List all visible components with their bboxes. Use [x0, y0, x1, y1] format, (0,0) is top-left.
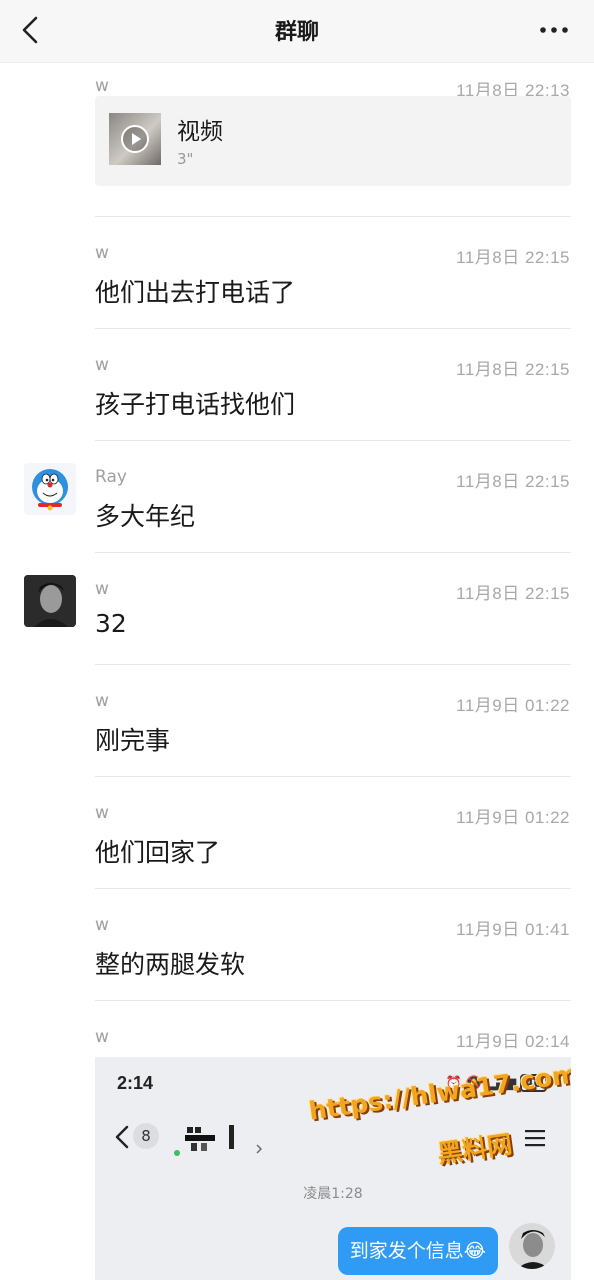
message-text: 多大年纪 [95, 502, 196, 531]
message-item: w 11月9日 01:22 他们回家了 [0, 803, 594, 867]
message-item: w 11月8日 22:15 他们出去打电话了 [0, 243, 594, 307]
message-divider [95, 888, 571, 889]
message-item: w 11月8日 22:15 32 [0, 575, 594, 639]
watermark-url: https://hlwa17.com [307, 1059, 571, 1126]
sender-name: Ray [95, 467, 127, 487]
message-divider [95, 216, 571, 217]
message-item: w 11月9日 01:22 刚完事 [0, 691, 594, 755]
video-duration: 3" [177, 150, 194, 168]
message-time: 11月8日 22:15 [456, 584, 570, 603]
message-time: 11月9日 01:41 [456, 920, 570, 939]
message-divider [95, 440, 571, 441]
video-message-card[interactable]: 视频 3" [95, 96, 571, 186]
message-item: w 11月8日 22:13 视频 3" [0, 76, 594, 206]
message-time: 11月8日 22:15 [456, 472, 570, 491]
message-text: 他们出去打电话了 [95, 278, 296, 307]
message-text: 32 [95, 609, 127, 638]
embedded-portrait-icon [509, 1223, 555, 1269]
watermark-site-name: 黑料网 [435, 1129, 515, 1169]
play-icon [121, 125, 149, 153]
portrait-icon [24, 575, 76, 627]
image-message-screenshot[interactable]: 2:14 ⏰ 🔕 ▂▄▆ 40 8 https://hlwa17.com 黑料网… [95, 1057, 571, 1280]
message-divider [95, 664, 571, 665]
sender-name: w [95, 691, 109, 711]
message-text: 整的两腿发软 [95, 950, 246, 979]
embedded-unread-badge: 8 [133, 1123, 159, 1149]
embedded-chat-bubble: 到家发个信息😂 [337, 1227, 498, 1275]
embedded-status-time: 2:14 [117, 1073, 154, 1093]
embedded-back-icon [115, 1125, 129, 1149]
embedded-avatar [509, 1223, 555, 1269]
message-time: 11月8日 22:15 [456, 248, 570, 267]
message-time: 11月9日 01:22 [456, 808, 570, 827]
video-label: 视频 [177, 119, 223, 145]
doraemon-avatar[interactable] [24, 463, 76, 515]
message-item: Ray 11月8日 22:15 多大年纪 [0, 463, 594, 531]
embedded-system-time: 凌晨1:28 [303, 1186, 363, 1202]
sender-name: w [95, 76, 109, 96]
message-time: 11月9日 02:14 [456, 1032, 570, 1051]
message-divider [95, 328, 571, 329]
message-item: w 11月9日 02:14 [0, 1027, 594, 1057]
more-options-icon[interactable] [536, 18, 572, 42]
doraemon-icon [32, 469, 68, 511]
message-divider [95, 1000, 571, 1001]
pixelated-name-icon [174, 1125, 262, 1156]
message-item: w 11月9日 01:41 整的两腿发软 [0, 915, 594, 979]
sender-name: w [95, 915, 109, 935]
man-portrait-avatar[interactable] [24, 575, 76, 627]
message-item: w 11月8日 22:15 孩子打电话找他们 [0, 355, 594, 419]
page-title: 群聊 [274, 20, 319, 45]
embedded-menu-icon [525, 1130, 545, 1147]
message-text: 他们回家了 [95, 838, 221, 867]
message-text: 刚完事 [95, 726, 171, 755]
sender-name: w [95, 355, 109, 375]
sender-name: w [95, 803, 109, 823]
message-divider [95, 552, 571, 553]
message-divider [95, 776, 571, 777]
sender-name: w [95, 243, 109, 263]
top-bar: 群聊 [0, 0, 594, 63]
message-text: 孩子打电话找他们 [95, 390, 296, 419]
sender-name: w [95, 1027, 109, 1047]
message-time: 11月9日 01:22 [456, 696, 570, 715]
message-time: 11月8日 22:15 [456, 360, 570, 379]
video-thumbnail [109, 113, 161, 165]
sender-name: w [95, 579, 109, 599]
